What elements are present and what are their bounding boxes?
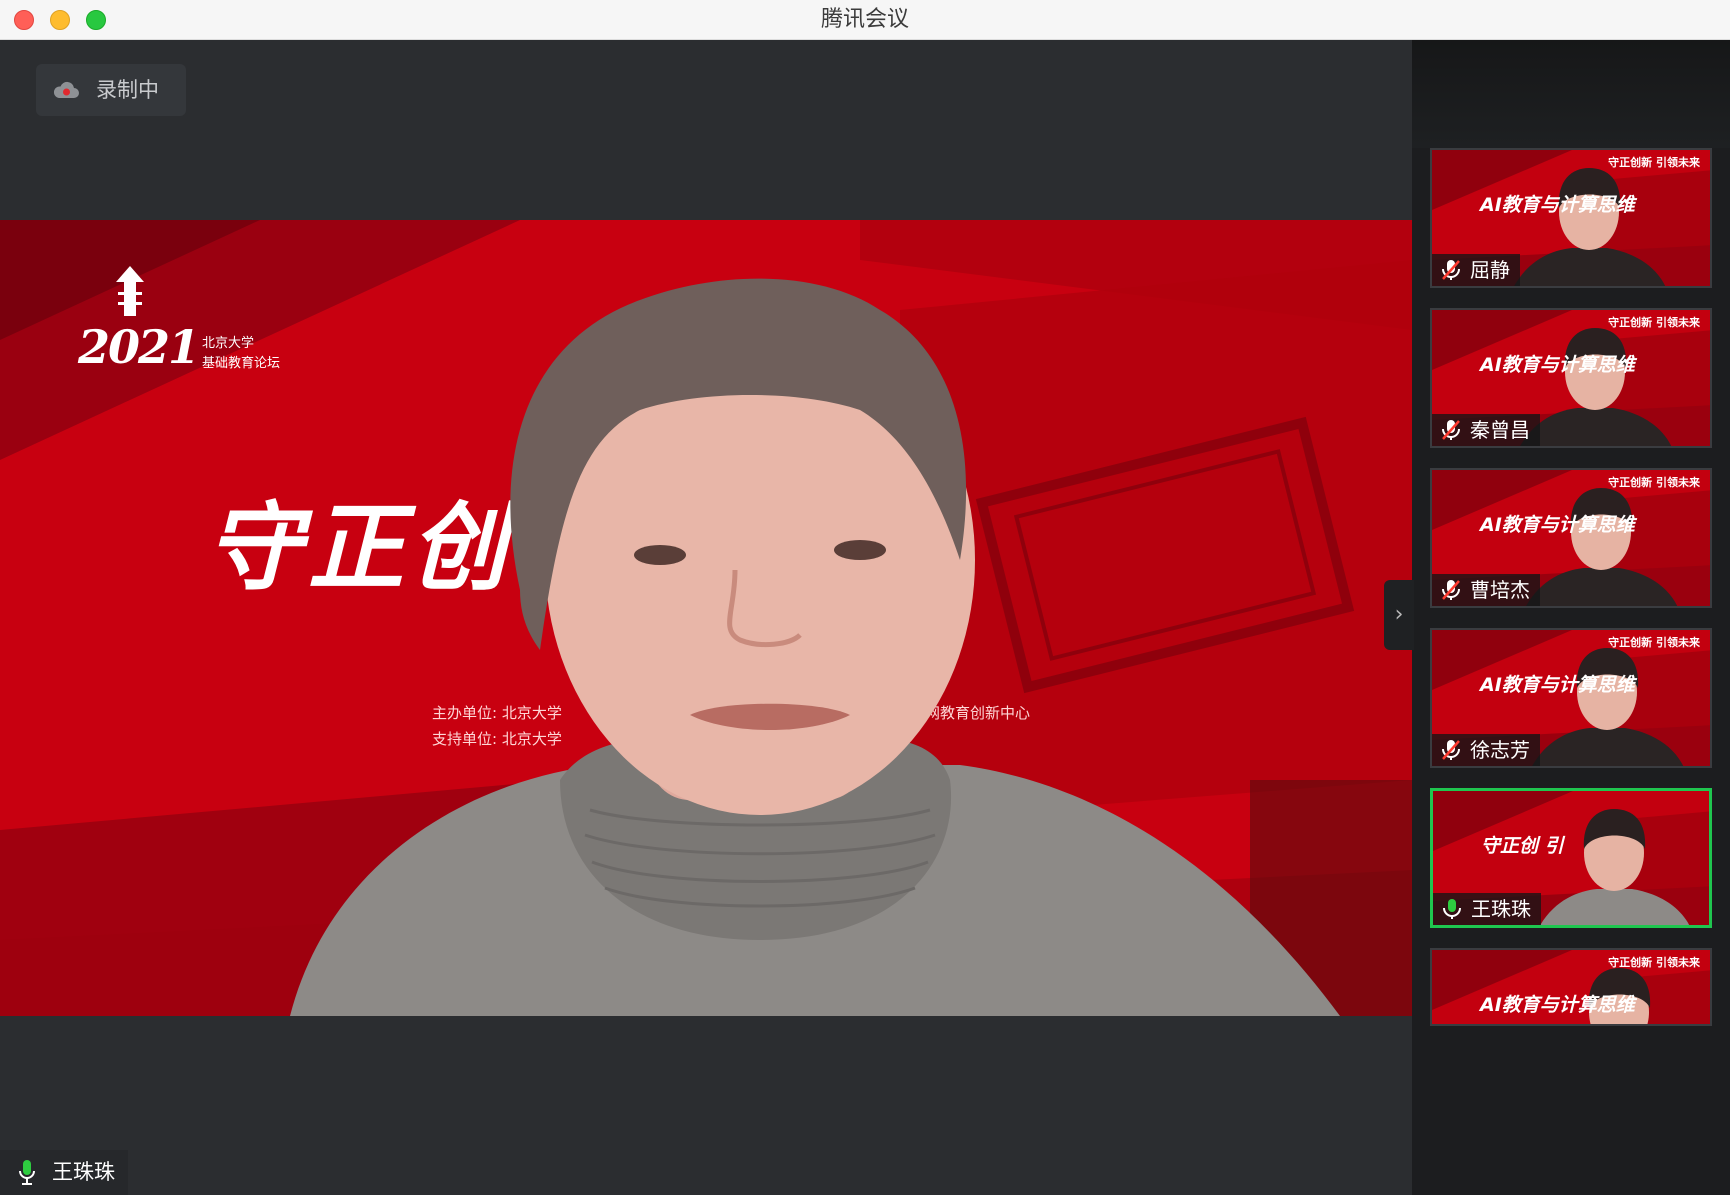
speaker-video [290, 278, 1340, 1016]
main-stage[interactable]: 录制中 2021 北京大学 基础教育论坛 守正创 主办单位: 北京大学 互联网教… [0, 40, 1412, 1195]
tile-slide-title: AI教育与计算思维 [1480, 994, 1635, 1016]
expand-gallery-button[interactable]: › [1384, 580, 1414, 650]
tile-slide-corner-text: 守正创新 引领未来 [1608, 476, 1700, 489]
participant-tile[interactable]: 守正创 引王珠珠 [1430, 788, 1712, 928]
window-title: 腾讯会议 [820, 7, 909, 32]
active-speaker-tag: 王珠珠 [0, 1150, 128, 1195]
title-bar: 腾讯会议 [0, 0, 1730, 40]
tile-slide-corner-text: 守正创新 引领未来 [1608, 316, 1700, 329]
chevron-right-icon: › [1394, 602, 1404, 627]
participant-name: 王珠珠 [1471, 897, 1531, 921]
mic-muted-icon [1442, 580, 1460, 600]
main-video-feed[interactable]: 2021 北京大学 基础教育论坛 守正创 主办单位: 北京大学 互联网教育创新中… [0, 220, 1412, 1016]
participant-tile[interactable]: 守正创新 引领未来 AI教育与计算思维徐志芳 [1430, 628, 1712, 768]
meeting-window: 腾讯会议 录制中 2021 北京大学 基础教育论坛 守正创 主办单位: 北京大学… [0, 0, 1730, 1195]
participant-name: 屈静 [1470, 258, 1510, 282]
microphone-icon [19, 1160, 35, 1185]
participant-nametag: 秦曾昌 [1432, 414, 1540, 446]
mic-muted-icon [1442, 740, 1460, 760]
participant-gallery[interactable]: › 守正创新 引领未来 AI教育与计算思维 屈静 守正创新 引领未来 AI教育与计算思维… [1384, 40, 1730, 1195]
participant-nametag: 曹培杰 [1432, 574, 1540, 606]
gallery-top-spacer [1412, 40, 1730, 148]
active-speaker-name: 王珠珠 [52, 1160, 115, 1184]
tile-slide-title: AI教育与计算思维 [1480, 674, 1635, 696]
mic-muted-icon [1442, 260, 1460, 280]
mic-muted-icon [1442, 420, 1460, 440]
cloud-record-icon [53, 81, 79, 98]
participant-tile[interactable]: 守正创新 引领未来 AI教育与计算思维秦曾昌 [1430, 308, 1712, 448]
participant-nametag: 徐志芳 [1432, 734, 1540, 766]
participant-nametag: 王珠珠 [1433, 893, 1541, 925]
participant-tile[interactable]: 守正创新 引领未来 AI教育与计算思维屈静 [1430, 148, 1712, 288]
recording-label: 录制中 [96, 78, 159, 102]
tile-slide-corner-text: 守正创新 引领未来 [1608, 956, 1700, 969]
microphone-icon [1443, 899, 1461, 919]
tile-slide-title: AI教育与计算思维 [1480, 514, 1635, 536]
participant-nametag: 屈静 [1432, 254, 1520, 286]
participant-name: 曹培杰 [1470, 578, 1530, 602]
tile-slide-title: AI教育与计算思维 [1480, 194, 1635, 216]
tile-slide-corner-text: 守正创新 引领未来 [1608, 636, 1700, 649]
participant-tile[interactable]: 守正创新 引领未来 AI教育与计算思维曹培杰 [1430, 468, 1712, 608]
participant-name: 徐志芳 [1470, 738, 1530, 762]
participant-name: 秦曾昌 [1470, 418, 1530, 442]
recording-indicator[interactable]: 录制中 [36, 64, 186, 116]
participant-tile[interactable]: 守正创新 引领未来 AI教育与计算思维 [1430, 948, 1712, 1026]
tile-slide-title: AI教育与计算思维 [1480, 354, 1635, 376]
tile-slide-title: 守正创 引 [1481, 835, 1564, 857]
tile-slide-corner-text: 守正创新 引领未来 [1608, 156, 1700, 169]
